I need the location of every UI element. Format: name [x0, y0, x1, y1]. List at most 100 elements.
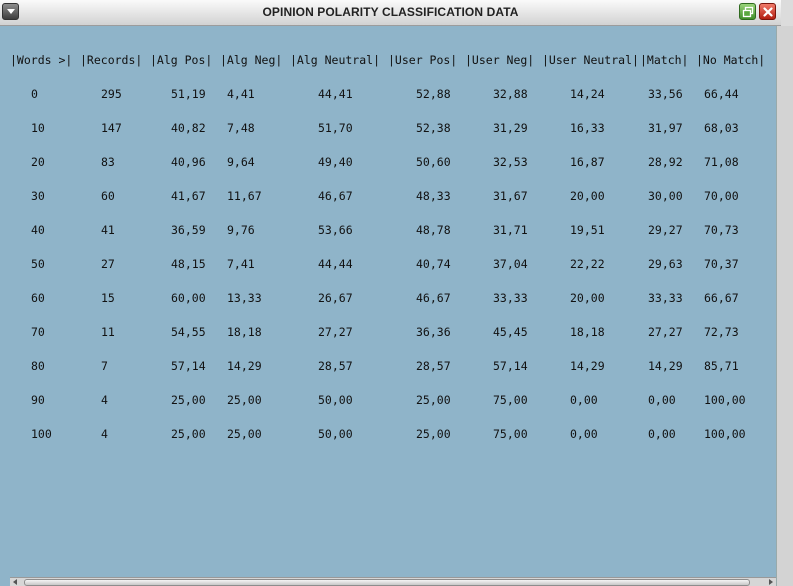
table-cell: 70,37 [704, 257, 739, 271]
column-header: |Words >| [10, 53, 73, 67]
table-cell: 57,14 [493, 359, 528, 373]
table-cell: 70,00 [704, 189, 739, 203]
table-cell: 147 [101, 121, 122, 135]
table-cell: 9,64 [227, 155, 255, 169]
table-cell: 14,29 [648, 359, 683, 373]
table-cell: 22,22 [570, 257, 605, 271]
table-cell: 72,73 [704, 325, 739, 339]
table-cell: 50 [31, 257, 45, 271]
table-cell: 26,67 [318, 291, 353, 305]
table-cell: 40 [31, 223, 45, 237]
table-cell: 30,00 [648, 189, 683, 203]
table-cell: 52,88 [416, 87, 451, 101]
table-cell: 18,18 [227, 325, 262, 339]
close-icon [763, 7, 773, 17]
classification-window: OPINION POLARITY CLASSIFICATION DATA |Wo… [0, 0, 793, 586]
column-header: |User Pos| [388, 53, 458, 67]
table-cell: 31,29 [493, 121, 528, 135]
restore-button[interactable] [739, 3, 756, 20]
table-cell: 16,33 [570, 121, 605, 135]
table-cell: 15 [101, 291, 115, 305]
table-cell: 40,96 [171, 155, 206, 169]
table-cell: 10 [31, 121, 45, 135]
table-cell: 41,67 [171, 189, 206, 203]
table-cell: 25,00 [416, 427, 451, 441]
horizontal-scrollbar[interactable] [10, 577, 776, 586]
table-cell: 53,66 [318, 223, 353, 237]
table-cell: 16,87 [570, 155, 605, 169]
table-cell: 46,67 [416, 291, 451, 305]
table-cell: 100,00 [704, 393, 746, 407]
table-cell: 27 [101, 257, 115, 271]
table-cell: 7,48 [227, 121, 255, 135]
table-cell: 52,38 [416, 121, 451, 135]
table-cell: 31,71 [493, 223, 528, 237]
column-header: |Alg Pos| [150, 53, 213, 67]
table-cell: 45,45 [493, 325, 528, 339]
table-cell: 51,70 [318, 121, 353, 135]
table-cell: 60,00 [171, 291, 206, 305]
table-cell: 100,00 [704, 427, 746, 441]
table-cell: 25,00 [416, 393, 451, 407]
table-cell: 25,00 [227, 427, 262, 441]
table-cell: 20,00 [570, 189, 605, 203]
close-button[interactable] [759, 3, 776, 20]
table-cell: 7,41 [227, 257, 255, 271]
scroll-right-icon[interactable] [766, 578, 776, 586]
table-cell: 25,00 [227, 393, 262, 407]
table-cell: 0,00 [570, 393, 598, 407]
table-cell: 71,08 [704, 155, 739, 169]
scroll-left-icon[interactable] [10, 578, 20, 586]
table-cell: 29,27 [648, 223, 683, 237]
table-cell: 100 [31, 427, 52, 441]
table-cell: 60 [31, 291, 45, 305]
table-cell: 66,67 [704, 291, 739, 305]
table-cell: 25,00 [171, 427, 206, 441]
table-cell: 28,57 [416, 359, 451, 373]
table-cell: 40,74 [416, 257, 451, 271]
table-cell: 80 [31, 359, 45, 373]
table-cell: 48,33 [416, 189, 451, 203]
table-cell: 60 [101, 189, 115, 203]
table-cell: 32,53 [493, 155, 528, 169]
table-cell: 54,55 [171, 325, 206, 339]
table-cell: 50,00 [318, 393, 353, 407]
table-cell: 44,44 [318, 257, 353, 271]
table-cell: 30 [31, 189, 45, 203]
table-cell: 37,04 [493, 257, 528, 271]
table-cell: 48,78 [416, 223, 451, 237]
window-title: OPINION POLARITY CLASSIFICATION DATA [262, 5, 519, 19]
table-cell: 49,40 [318, 155, 353, 169]
table-cell: 68,03 [704, 121, 739, 135]
table-cell: 4 [101, 427, 108, 441]
table-cell: 25,00 [171, 393, 206, 407]
title-bar[interactable]: OPINION POLARITY CLASSIFICATION DATA [0, 0, 781, 26]
table-cell: 29,63 [648, 257, 683, 271]
table-cell: 14,24 [570, 87, 605, 101]
table-cell: 48,15 [171, 257, 206, 271]
table-cell: 50,60 [416, 155, 451, 169]
table-cell: 51,19 [171, 87, 206, 101]
table-cell: 4 [101, 393, 108, 407]
table-cell: 4,41 [227, 87, 255, 101]
table-cell: 11,67 [227, 189, 262, 203]
table-cell: 20,00 [570, 291, 605, 305]
table-cell: 18,18 [570, 325, 605, 339]
table-cell: 0,00 [648, 427, 676, 441]
table-cell: 27,27 [648, 325, 683, 339]
table-cell: 0 [31, 87, 38, 101]
table-cell: 28,92 [648, 155, 683, 169]
table-cell: 70,73 [704, 223, 739, 237]
column-header: |User Neg| [465, 53, 535, 67]
data-table: |Words >| |Records| |Alg Pos| |Alg Neg| |Alg… [0, 26, 776, 578]
horizontal-scroll-thumb[interactable] [24, 579, 750, 586]
table-cell: 0,00 [648, 393, 676, 407]
vertical-scroll-track[interactable] [776, 26, 793, 586]
table-cell: 44,41 [318, 87, 353, 101]
column-header: |Alg Neutral| [290, 53, 381, 67]
table-cell: 32,88 [493, 87, 528, 101]
column-header: |Match| [640, 53, 689, 67]
column-header: |Alg Neg| [220, 53, 283, 67]
table-cell: 9,76 [227, 223, 255, 237]
table-cell: 27,27 [318, 325, 353, 339]
